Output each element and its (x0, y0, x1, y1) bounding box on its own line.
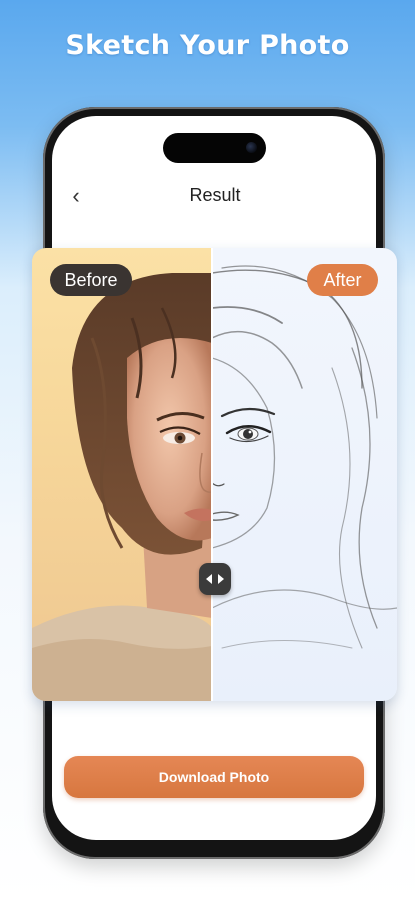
download-photo-button[interactable]: Download Photo (64, 756, 364, 798)
after-sketch-drawing (212, 265, 397, 649)
page-title: Result (189, 185, 241, 205)
dynamic-island (163, 133, 266, 163)
after-image (212, 248, 397, 701)
before-label: Before (50, 264, 132, 296)
back-button[interactable]: ‹ (64, 182, 88, 210)
comparison-divider (211, 248, 213, 701)
after-label: After (307, 264, 378, 296)
front-camera-icon (246, 142, 257, 153)
before-image (32, 248, 212, 701)
before-after-comparison[interactable] (32, 248, 397, 701)
comparison-slider-handle[interactable] (199, 563, 231, 595)
left-right-arrows-icon (206, 574, 224, 584)
chevron-left-icon: ‹ (72, 183, 80, 208)
before-portrait-photo (32, 273, 212, 701)
promo-headline: Sketch Your Photo (65, 30, 350, 61)
